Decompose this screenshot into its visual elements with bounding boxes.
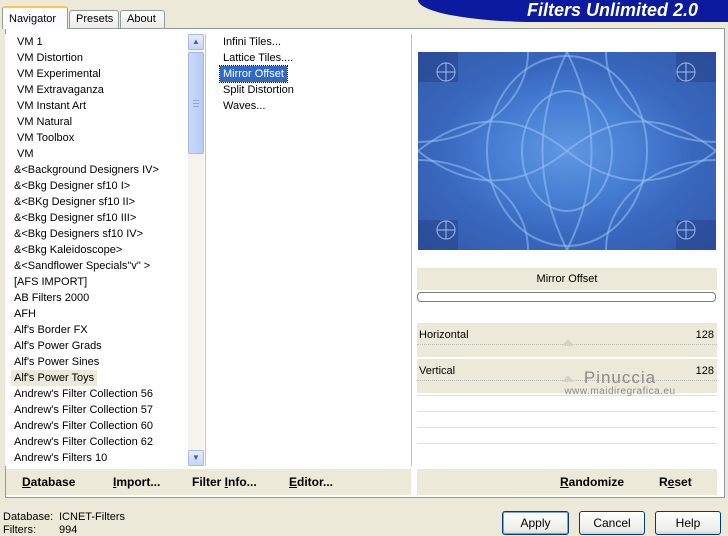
category-item[interactable]: AB Filters 2000 [11, 290, 92, 306]
horizontal-label: Horizontal [419, 329, 469, 341]
editor-button[interactable]: Editor... [289, 475, 333, 489]
category-list[interactable]: VM 1 VM Distortion VM Experimental VM Extra… [5, 34, 203, 466]
scroll-down-icon[interactable]: ▼ [188, 450, 204, 466]
category-item[interactable]: &<Bkg Designer sf10 III> [11, 210, 139, 226]
category-item[interactable]: &<Bkg Kaleidoscope> [11, 242, 125, 258]
category-item[interactable]: Alf's Power Sines [11, 354, 102, 370]
preview-toolbar: Randomize Reset [417, 469, 717, 495]
category-item[interactable]: VM Natural [14, 114, 75, 130]
vertical-label: Vertical [419, 365, 456, 377]
grip-line [193, 103, 199, 104]
horizontal-slider-row[interactable]: Horizontal 128 [417, 323, 717, 357]
randomize-button[interactable]: Randomize [560, 475, 624, 489]
category-item[interactable]: &<BKg Designer sf10 II> [11, 194, 138, 210]
category-item[interactable]: Andrew's Filter Collection 62 [11, 434, 156, 450]
category-scrollbar[interactable]: ▲ ▼ [188, 34, 204, 466]
tab-navigator[interactable]: Navigator [2, 6, 68, 29]
category-item[interactable]: &<Sandflower Specials"v" > [11, 258, 153, 274]
category-item[interactable]: Andrew's Filter Collection 60 [11, 418, 156, 434]
database-button[interactable]: Database [22, 475, 75, 489]
mirror-pattern-graphic [418, 52, 716, 250]
reset-button[interactable]: Reset [659, 475, 692, 489]
horizontal-track[interactable] [417, 339, 717, 352]
filters-count: 994 [59, 524, 78, 536]
category-item[interactable]: AFH [11, 306, 39, 322]
tab-about[interactable]: About [120, 10, 165, 28]
preview-image [418, 52, 716, 250]
scroll-thumb[interactable] [188, 52, 204, 154]
category-item[interactable]: VM 1 [14, 34, 46, 50]
filter-item[interactable]: Split Distortion [220, 82, 297, 98]
category-item[interactable]: Alf's Power Toys [11, 370, 98, 386]
app-title-banner: Filters Unlimited 2.0 [418, 0, 728, 22]
cancel-button[interactable]: Cancel [579, 511, 645, 535]
filter-item[interactable]: Infini Tiles... [220, 34, 284, 50]
filter-list[interactable]: Infini Tiles... Lattice Tiles.... Mirror O… [208, 34, 410, 466]
empty-parameter-slot [417, 411, 717, 425]
category-item[interactable]: Andrew's Filters 10 [11, 450, 110, 466]
grip-line [193, 106, 199, 107]
grip-line [193, 100, 199, 101]
horizontal-thumb[interactable] [561, 339, 574, 346]
database-value: ICNET-Filters [59, 511, 125, 523]
category-item[interactable]: &<Background Designers IV> [11, 162, 162, 178]
category-item[interactable]: &<Bkg Designers sf10 IV> [11, 226, 146, 242]
watermark-title: Pinuccia [583, 368, 657, 387]
category-item[interactable]: VM Distortion [14, 50, 86, 66]
category-item[interactable]: [AFS IMPORT] [11, 274, 90, 290]
filter-info-button[interactable]: Filter Info... [192, 475, 257, 489]
category-item[interactable]: VM Toolbox [14, 130, 77, 146]
category-item[interactable]: Andrew's Filter Collection 57 [11, 402, 156, 418]
category-item[interactable]: VM Extravaganza [14, 82, 107, 98]
category-item[interactable]: VM Instant Art [14, 98, 89, 114]
watermark-subtitle: www.maidiregrafica.eu [564, 386, 676, 397]
category-item[interactable]: VM Experimental [14, 66, 104, 82]
apply-button[interactable]: Apply [502, 511, 569, 535]
list-toolbar: Database Import... Filter Info... Editor… [6, 469, 411, 495]
status-filters: Filters: 994 [3, 524, 77, 536]
filter-item[interactable]: Mirror Offset [219, 65, 288, 83]
category-item[interactable]: Andrew's Filter Collection 56 [11, 386, 156, 402]
help-button[interactable]: Help [655, 511, 721, 535]
scroll-up-icon[interactable]: ▲ [188, 34, 204, 50]
preview-caption: Mirror Offset [417, 268, 717, 290]
filter-item[interactable]: Lattice Tiles.... [220, 50, 296, 66]
filters-label: Filters: [3, 524, 36, 536]
pane-divider [205, 34, 206, 466]
category-item[interactable]: &<Bkg Designer sf10 I> [11, 178, 133, 194]
empty-parameter-slot [417, 427, 717, 441]
tab-presets[interactable]: Presets [69, 10, 119, 28]
progress-bar [417, 292, 716, 302]
filter-item[interactable]: Waves... [220, 98, 268, 114]
category-item[interactable]: Alf's Border FX [11, 322, 91, 338]
empty-parameter-slot [417, 395, 717, 409]
status-database: Database: ICNET-Filters [3, 511, 125, 523]
import-button[interactable]: Import... [113, 475, 160, 489]
database-label: Database: [3, 511, 54, 523]
horizontal-value: 128 [695, 329, 714, 341]
watermark: Pinuccia www.maidiregrafica.eu [520, 368, 720, 397]
category-item[interactable]: VM [14, 146, 37, 162]
empty-parameter-slot [417, 443, 717, 457]
category-item[interactable]: Alf's Power Grads [11, 338, 105, 354]
